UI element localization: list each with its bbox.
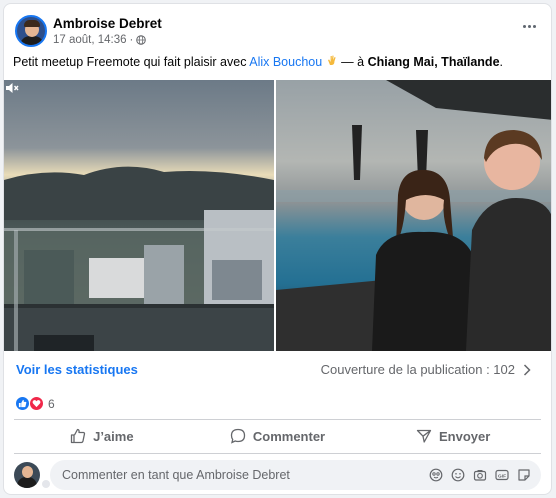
post-card: Ambroise Debret 17 août, 14:36 · Petit m…: [3, 3, 552, 495]
caption-place[interactable]: Chiang Mai, Thaïlande: [368, 55, 500, 69]
send-label: Envoyer: [439, 428, 491, 444]
meta-separator: ·: [129, 34, 134, 46]
globe-icon: [136, 35, 147, 45]
comment-button[interactable]: Commenter: [190, 422, 366, 450]
send-button[interactable]: Envoyer: [365, 422, 541, 450]
comment-icon: [230, 428, 246, 444]
comment-tools: GIF: [429, 468, 531, 482]
camera-icon[interactable]: [473, 468, 487, 482]
send-icon: [416, 429, 432, 443]
comment-composer: Commenter en tant que Ambroise Debret GI…: [14, 459, 541, 491]
gif-icon[interactable]: GIF: [495, 468, 509, 482]
author-avatar[interactable]: [15, 15, 47, 47]
more-icon[interactable]: [519, 18, 539, 34]
like-reaction-icon: [15, 396, 30, 411]
emoji-icon[interactable]: [451, 468, 465, 482]
post-meta: 17 août, 14:36 ·: [53, 34, 147, 46]
reaction-summary[interactable]: 6: [15, 396, 55, 411]
sticker-icon[interactable]: [517, 468, 531, 482]
avatar-sticker-icon[interactable]: [429, 468, 443, 482]
commenter-avatar[interactable]: [14, 462, 40, 488]
mute-icon[interactable]: [4, 80, 20, 96]
actions-bottom-divider: [14, 453, 541, 454]
reach-label: Couverture de la publication : 102: [320, 362, 515, 377]
like-icon: [70, 428, 86, 444]
comment-label: Commenter: [252, 428, 326, 444]
reaction-count: 6: [48, 396, 55, 411]
chevron-right-icon: [523, 363, 531, 376]
post-header: Ambroise Debret 17 août, 14:36 ·: [4, 4, 551, 54]
love-reaction-icon: [29, 396, 44, 411]
svg-text:GIF: GIF: [498, 473, 506, 479]
profile-switch-icon[interactable]: [41, 479, 51, 489]
caption-prefix: Petit meetup Freemote qui fait plaisir a…: [13, 55, 250, 69]
comment-input[interactable]: Commenter en tant que Ambroise Debret GI…: [50, 460, 541, 490]
photo-grid: [4, 80, 551, 351]
comment-placeholder: Commenter en tant que Ambroise Debret: [62, 468, 290, 482]
like-button[interactable]: J’aime: [14, 422, 190, 450]
caption-mention[interactable]: Alix Bouchou: [249, 55, 322, 69]
photo-city-view[interactable]: [4, 80, 274, 351]
hand-emoji-icon: [327, 55, 336, 65]
like-label: J’aime: [93, 428, 134, 444]
post-timestamp[interactable]: 17 août, 14:36: [53, 34, 127, 46]
post-caption: Petit meetup Freemote qui fait plaisir a…: [13, 54, 503, 69]
post-reach[interactable]: Couverture de la publication : 102: [321, 362, 531, 377]
actions-top-divider: [14, 419, 541, 420]
photo-selfie[interactable]: [276, 80, 551, 351]
author-name[interactable]: Ambroise Debret: [53, 16, 162, 31]
caption-middle: — à: [337, 55, 368, 69]
post-actions: J’aime Commenter Envoyer: [14, 422, 541, 450]
view-stats-link[interactable]: Voir les statistiques: [16, 362, 138, 377]
caption-suffix: .: [499, 55, 504, 69]
